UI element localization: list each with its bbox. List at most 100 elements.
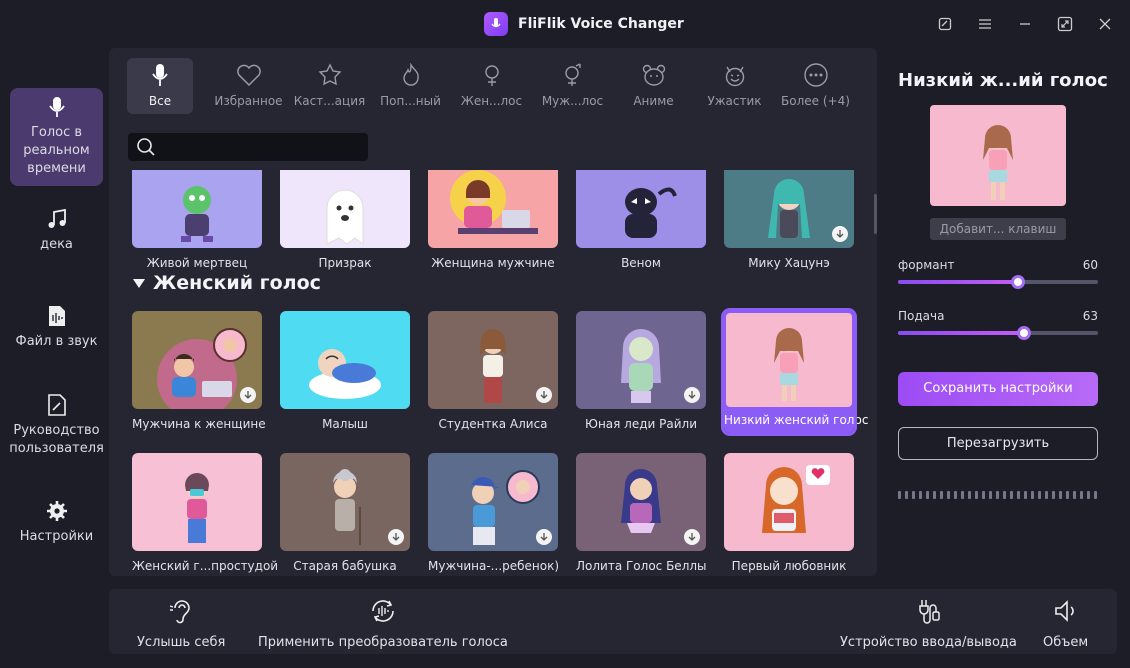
voice-card-low-female-voice[interactable]: Низкий женский голос (721, 308, 868, 436)
download-icon[interactable] (536, 387, 552, 403)
tab-custom[interactable]: Каст...ация (289, 58, 370, 114)
voice-thumbnail (724, 311, 854, 409)
close-icon[interactable] (1095, 14, 1115, 34)
voice-thumbnail (132, 311, 262, 409)
download-icon[interactable] (388, 529, 404, 545)
voice-card-first-love[interactable]: Первый любовник (724, 453, 854, 573)
section-female-voice[interactable]: Женский голос (133, 272, 321, 294)
tab-horror[interactable]: Ужастик (694, 58, 775, 114)
level-bar (961, 491, 964, 499)
voice-card-venom[interactable]: Веном (576, 170, 706, 270)
level-bar (1003, 491, 1006, 499)
pitch-value: 63 (1082, 309, 1098, 323)
volume-button[interactable]: Объем (1043, 597, 1088, 650)
voice-card-ghost[interactable]: Призрак (280, 170, 410, 270)
formant-slider-handle[interactable] (1011, 275, 1025, 289)
search-input[interactable] (162, 137, 362, 157)
category-tabs: Все Избранное Каст...ация Поп...ный Жен.… (127, 58, 856, 114)
voice-card-miku[interactable]: Мику Хацунэ (724, 170, 854, 270)
tab-popular[interactable]: Поп...ный (370, 58, 451, 114)
level-bar (996, 491, 999, 499)
io-device-button[interactable]: Устройство ввода/вывода (840, 597, 1017, 650)
level-bar (1066, 491, 1069, 499)
voice-card-label: Мужчина к женщине (132, 417, 266, 431)
microphone-icon (44, 94, 70, 120)
save-settings-button[interactable]: Сохранить настройки (898, 372, 1098, 406)
voice-card-student-alice[interactable]: Студентка Алиса (428, 311, 558, 431)
voice-card-zombie[interactable]: Живой мертвец (132, 170, 262, 270)
pitch-slider-handle[interactable] (1017, 326, 1031, 340)
ear-icon (167, 597, 195, 625)
download-icon[interactable] (536, 529, 552, 545)
tab-label: Каст...ация (293, 94, 366, 108)
tab-male-voice[interactable]: Муж...лос (532, 58, 613, 114)
tab-anime[interactable]: Аниме (613, 58, 694, 114)
note-icon[interactable] (935, 14, 955, 34)
level-bar (989, 491, 992, 499)
voice-card-baby[interactable]: Малыш (280, 311, 410, 431)
voice-card-young-lady-riley[interactable]: Юная леди Райли (576, 311, 706, 431)
search-box[interactable] (128, 133, 368, 161)
level-bar (1052, 491, 1055, 499)
sidebar-item-label: дека (40, 237, 73, 252)
audio-file-icon (44, 303, 70, 329)
formant-value: 60 (1082, 258, 1098, 272)
sidebar-item-file-to-audio[interactable]: Файл в звук (10, 303, 103, 351)
sidebar-item-realtime-voice[interactable]: Голос в реальном времени (10, 88, 103, 186)
tab-all[interactable]: Все (127, 58, 193, 114)
plug-icon (914, 597, 942, 625)
bear-icon (640, 61, 668, 89)
voice-thumbnail (428, 453, 558, 551)
sidebar-item-label: Настройки (19, 529, 94, 544)
voice-thumbnail (428, 170, 558, 248)
title-bar: FliFlik Voice Changer (0, 0, 1130, 48)
voice-card-woman-to-man[interactable]: Женщина мужчине (428, 170, 558, 270)
voice-card-man-child[interactable]: Мужчина-...ребенок) (428, 453, 559, 573)
level-bar (975, 491, 978, 499)
tab-favorites[interactable]: Избранное (208, 58, 289, 114)
download-icon[interactable] (832, 226, 848, 242)
add-hotkey-button[interactable]: Добавит... клавиш (930, 218, 1066, 240)
sidebar-item-deck[interactable]: дека (10, 206, 103, 254)
download-icon[interactable] (240, 387, 256, 403)
female-icon (478, 61, 506, 89)
download-icon[interactable] (684, 387, 700, 403)
voice-thumbnail (280, 453, 410, 551)
voice-card-label: Первый любовник (731, 559, 847, 573)
voice-card-lolita-bella[interactable]: Лолита Голос Беллы (576, 453, 707, 573)
heart-icon (235, 61, 263, 89)
voice-card-man-to-woman[interactable]: Мужчина к женщине (132, 311, 266, 431)
voice-thumbnail (280, 311, 410, 409)
minimize-icon[interactable] (1015, 14, 1035, 34)
hear-yourself-button[interactable]: Услышь себя (137, 597, 225, 650)
sidebar-item-user-guide[interactable]: Руководство пользователя (9, 392, 104, 458)
microphone-icon (146, 61, 174, 89)
tab-label: Избранное (214, 94, 283, 108)
voice-card-label: Призрак (318, 256, 372, 270)
voice-thumbnail (576, 453, 706, 551)
voice-card-label: Юная леди Райли (584, 417, 697, 431)
voice-card-old-grandma[interactable]: Старая бабушка (280, 453, 410, 573)
bottom-toolbar: Услышь себя Применить преобразователь го… (109, 589, 1117, 654)
voice-card-female-cold[interactable]: Женский г...простудой (132, 453, 278, 573)
voice-thumbnail (280, 170, 410, 248)
reload-button[interactable]: Перезагрузить (898, 427, 1098, 460)
level-bar (926, 491, 929, 499)
maximize-icon[interactable] (1055, 14, 1075, 34)
level-bar (968, 491, 971, 499)
sidebar-item-label: Руководство пользователя (9, 423, 104, 456)
download-icon[interactable] (684, 529, 700, 545)
menu-icon[interactable] (975, 14, 995, 34)
voice-grid-scrollbar[interactable] (874, 194, 877, 234)
level-bar (898, 491, 901, 499)
pitch-slider[interactable] (898, 326, 1098, 340)
voice-card-label: Малыш (322, 417, 368, 431)
sidebar-item-settings[interactable]: Настройки (10, 498, 103, 546)
formant-slider[interactable] (898, 275, 1098, 289)
voice-thumbnail (132, 453, 262, 551)
apply-voice-changer-button[interactable]: Применить преобразователь голоса (258, 597, 508, 650)
tab-more[interactable]: Более (+4) (775, 58, 856, 114)
voice-grid: Живой мертвец Призрак Женщина мужчине Ве… (109, 170, 877, 576)
tab-female-voice[interactable]: Жен...лос (451, 58, 532, 114)
selected-voice-title: Низкий ж...ий голос (898, 70, 1108, 91)
